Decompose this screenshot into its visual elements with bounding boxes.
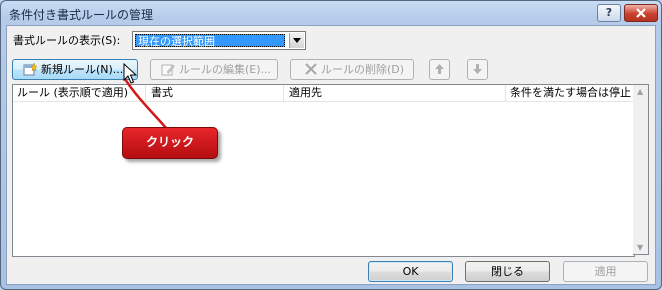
callout-pointer [123,78,168,130]
dialog-window: 条件付き書式ルールの管理 ? 書式ルールの表示(S): 現在の選択範囲 新規ルー… [0,0,662,290]
mouse-cursor-icon [123,63,137,84]
click-callout: クリック [122,127,218,159]
callout-text: クリック [145,135,194,149]
